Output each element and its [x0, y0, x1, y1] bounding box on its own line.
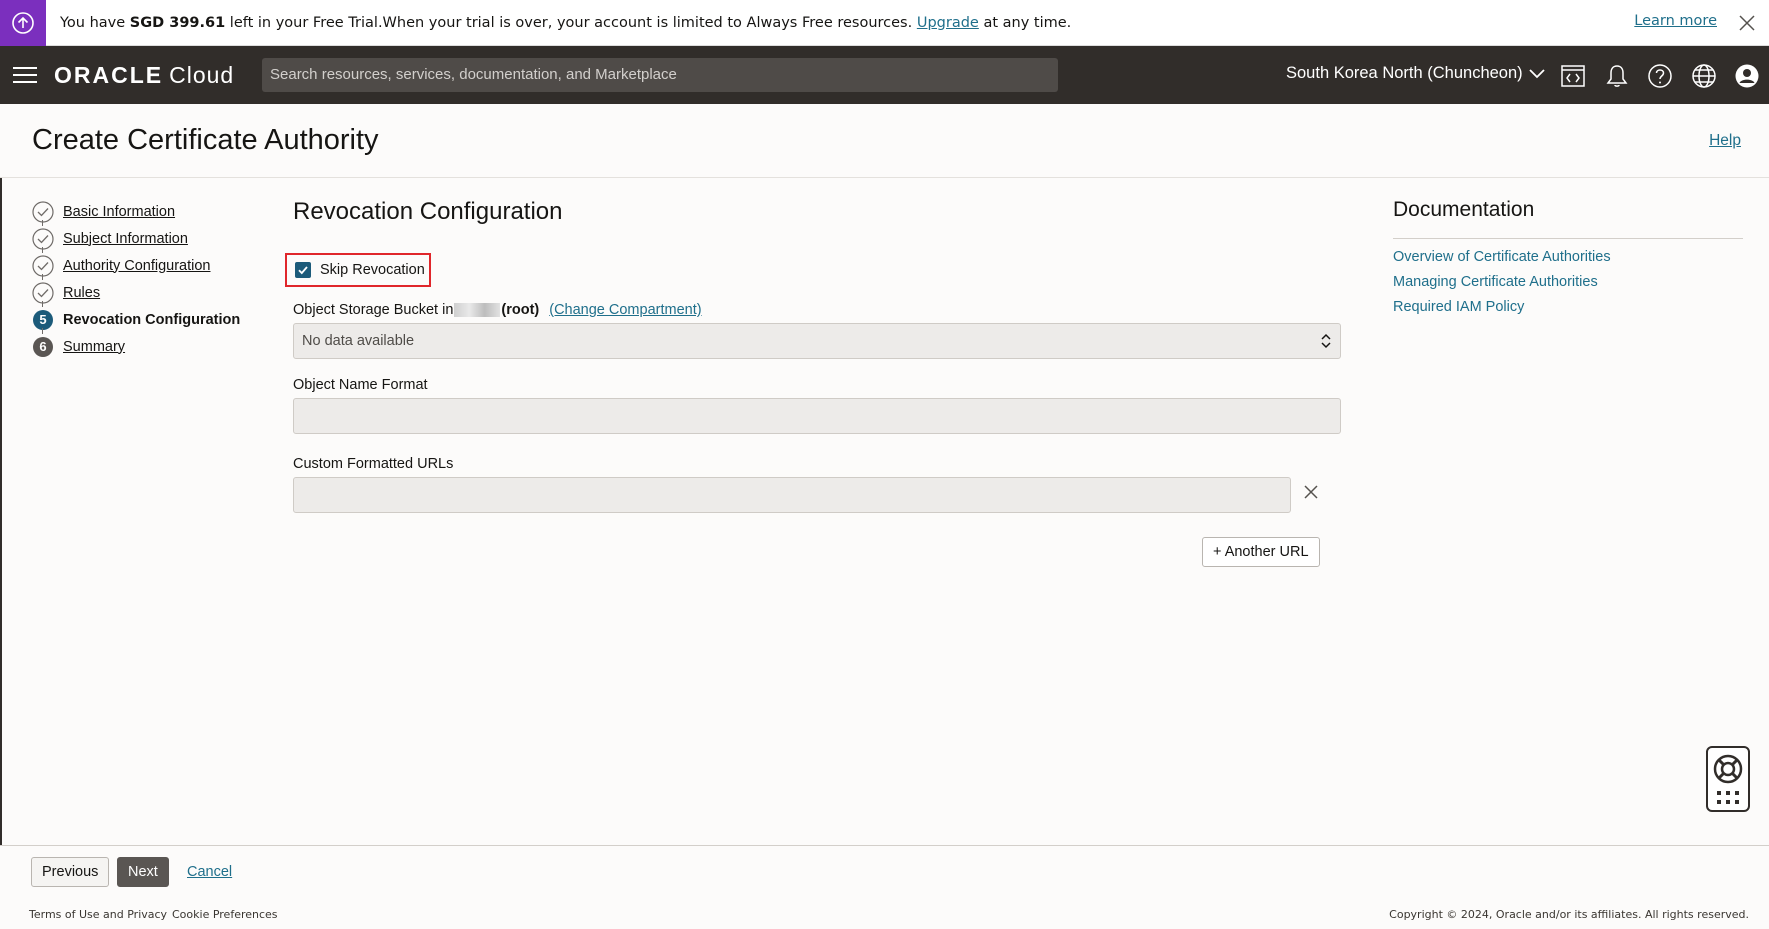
trial-message: You have SGD 399.61 left in your Free Tr…: [60, 14, 1072, 31]
documentation-panel: Documentation Overview of Certificate Au…: [1393, 198, 1743, 315]
cookie-preferences-link[interactable]: Cookie Preferences: [172, 908, 278, 921]
checkmark-icon: [298, 266, 308, 275]
skip-revocation-checkbox[interactable]: [295, 262, 311, 278]
section-heading: Revocation Configuration: [293, 198, 563, 225]
add-another-url-button[interactable]: + Another URL: [1202, 537, 1320, 567]
top-navigation-bar: ORACLE Cloud Search resources, services, …: [0, 46, 1769, 104]
close-banner-icon[interactable]: [1737, 13, 1757, 33]
grid-dots-icon: [1717, 791, 1739, 804]
check-circle-icon: [32, 281, 54, 304]
doc-link-iam-policy[interactable]: Required IAM Policy: [1393, 299, 1743, 315]
region-selector[interactable]: South Korea North (Chuncheon): [1286, 64, 1545, 83]
step-summary[interactable]: 6 Summary: [32, 333, 240, 360]
help-link[interactable]: Help: [1709, 132, 1741, 150]
copyright-text: Copyright © 2024, Oracle and/or its affi…: [1389, 908, 1749, 921]
object-name-format-input[interactable]: [293, 398, 1341, 434]
bell-icon[interactable]: [1604, 63, 1630, 89]
learn-more-link[interactable]: Learn more: [1634, 13, 1717, 29]
redacted-compartment: [454, 303, 501, 318]
help-icon[interactable]: [1647, 63, 1673, 89]
code-editor-icon[interactable]: [1560, 63, 1586, 89]
chevron-down-icon: [1529, 68, 1545, 78]
skip-revocation-label[interactable]: Skip Revocation: [320, 262, 425, 278]
upgrade-arrow-icon: [0, 0, 46, 46]
step-basic-information[interactable]: Basic Information: [32, 198, 240, 226]
documentation-heading: Documentation: [1393, 198, 1743, 239]
remove-url-icon[interactable]: [1302, 483, 1320, 501]
page-title: Create Certificate Authority: [32, 124, 379, 156]
object-name-format-label: Object Name Format: [293, 377, 428, 393]
doc-link-overview[interactable]: Overview of Certificate Authorities: [1393, 249, 1743, 265]
change-compartment-link[interactable]: (Change Compartment): [549, 302, 701, 318]
step-number-badge: 6: [33, 336, 53, 357]
revocation-form: Revocation Configuration Skip Revocation…: [285, 198, 1343, 567]
check-circle-icon: [32, 254, 54, 277]
next-button[interactable]: Next: [117, 857, 169, 887]
step-number-badge: 5: [33, 309, 53, 330]
oracle-cloud-logo[interactable]: ORACLE Cloud: [54, 62, 234, 89]
page-title-bar: Create Certificate Authority Help: [0, 104, 1769, 178]
terms-link[interactable]: Terms of Use and Privacy: [29, 908, 167, 921]
bucket-label: Object Storage Bucket in (root) (Change Co…: [293, 302, 702, 318]
user-profile-icon[interactable]: [1734, 63, 1760, 89]
custom-url-input[interactable]: [293, 477, 1291, 513]
step-rules[interactable]: Rules: [32, 279, 240, 307]
cancel-link[interactable]: Cancel: [187, 864, 232, 880]
bucket-select[interactable]: No data available: [293, 323, 1341, 359]
wizard-steps: Basic Information Subject Information Au…: [32, 198, 240, 360]
page-footer: Terms of Use and Privacy Cookie Preferen…: [0, 899, 1769, 929]
trial-banner: You have SGD 399.61 left in your Free Tr…: [0, 0, 1769, 46]
select-arrows-icon: [1321, 333, 1331, 349]
check-circle-icon: [32, 200, 54, 223]
wizard-action-bar: Previous Next Cancel: [0, 845, 1769, 899]
step-subject-information[interactable]: Subject Information: [32, 225, 240, 253]
support-widget[interactable]: [1706, 746, 1750, 812]
check-circle-icon: [32, 227, 54, 250]
search-input[interactable]: Search resources, services, documentatio…: [262, 58, 1058, 92]
globe-language-icon[interactable]: [1691, 63, 1717, 89]
page-left-border: [0, 104, 2, 929]
custom-urls-label: Custom Formatted URLs: [293, 456, 454, 472]
skip-revocation-highlight: Skip Revocation: [285, 253, 431, 287]
trial-amount: SGD 399.61: [129, 14, 226, 31]
step-revocation-configuration: 5 Revocation Configuration: [32, 306, 240, 334]
hamburger-menu-icon[interactable]: [12, 65, 38, 85]
upgrade-link[interactable]: Upgrade: [917, 15, 979, 31]
previous-button[interactable]: Previous: [31, 857, 110, 887]
step-authority-configuration[interactable]: Authority Configuration: [32, 252, 240, 280]
doc-link-managing[interactable]: Managing Certificate Authorities: [1393, 274, 1743, 290]
lifebuoy-icon: [1713, 754, 1743, 784]
